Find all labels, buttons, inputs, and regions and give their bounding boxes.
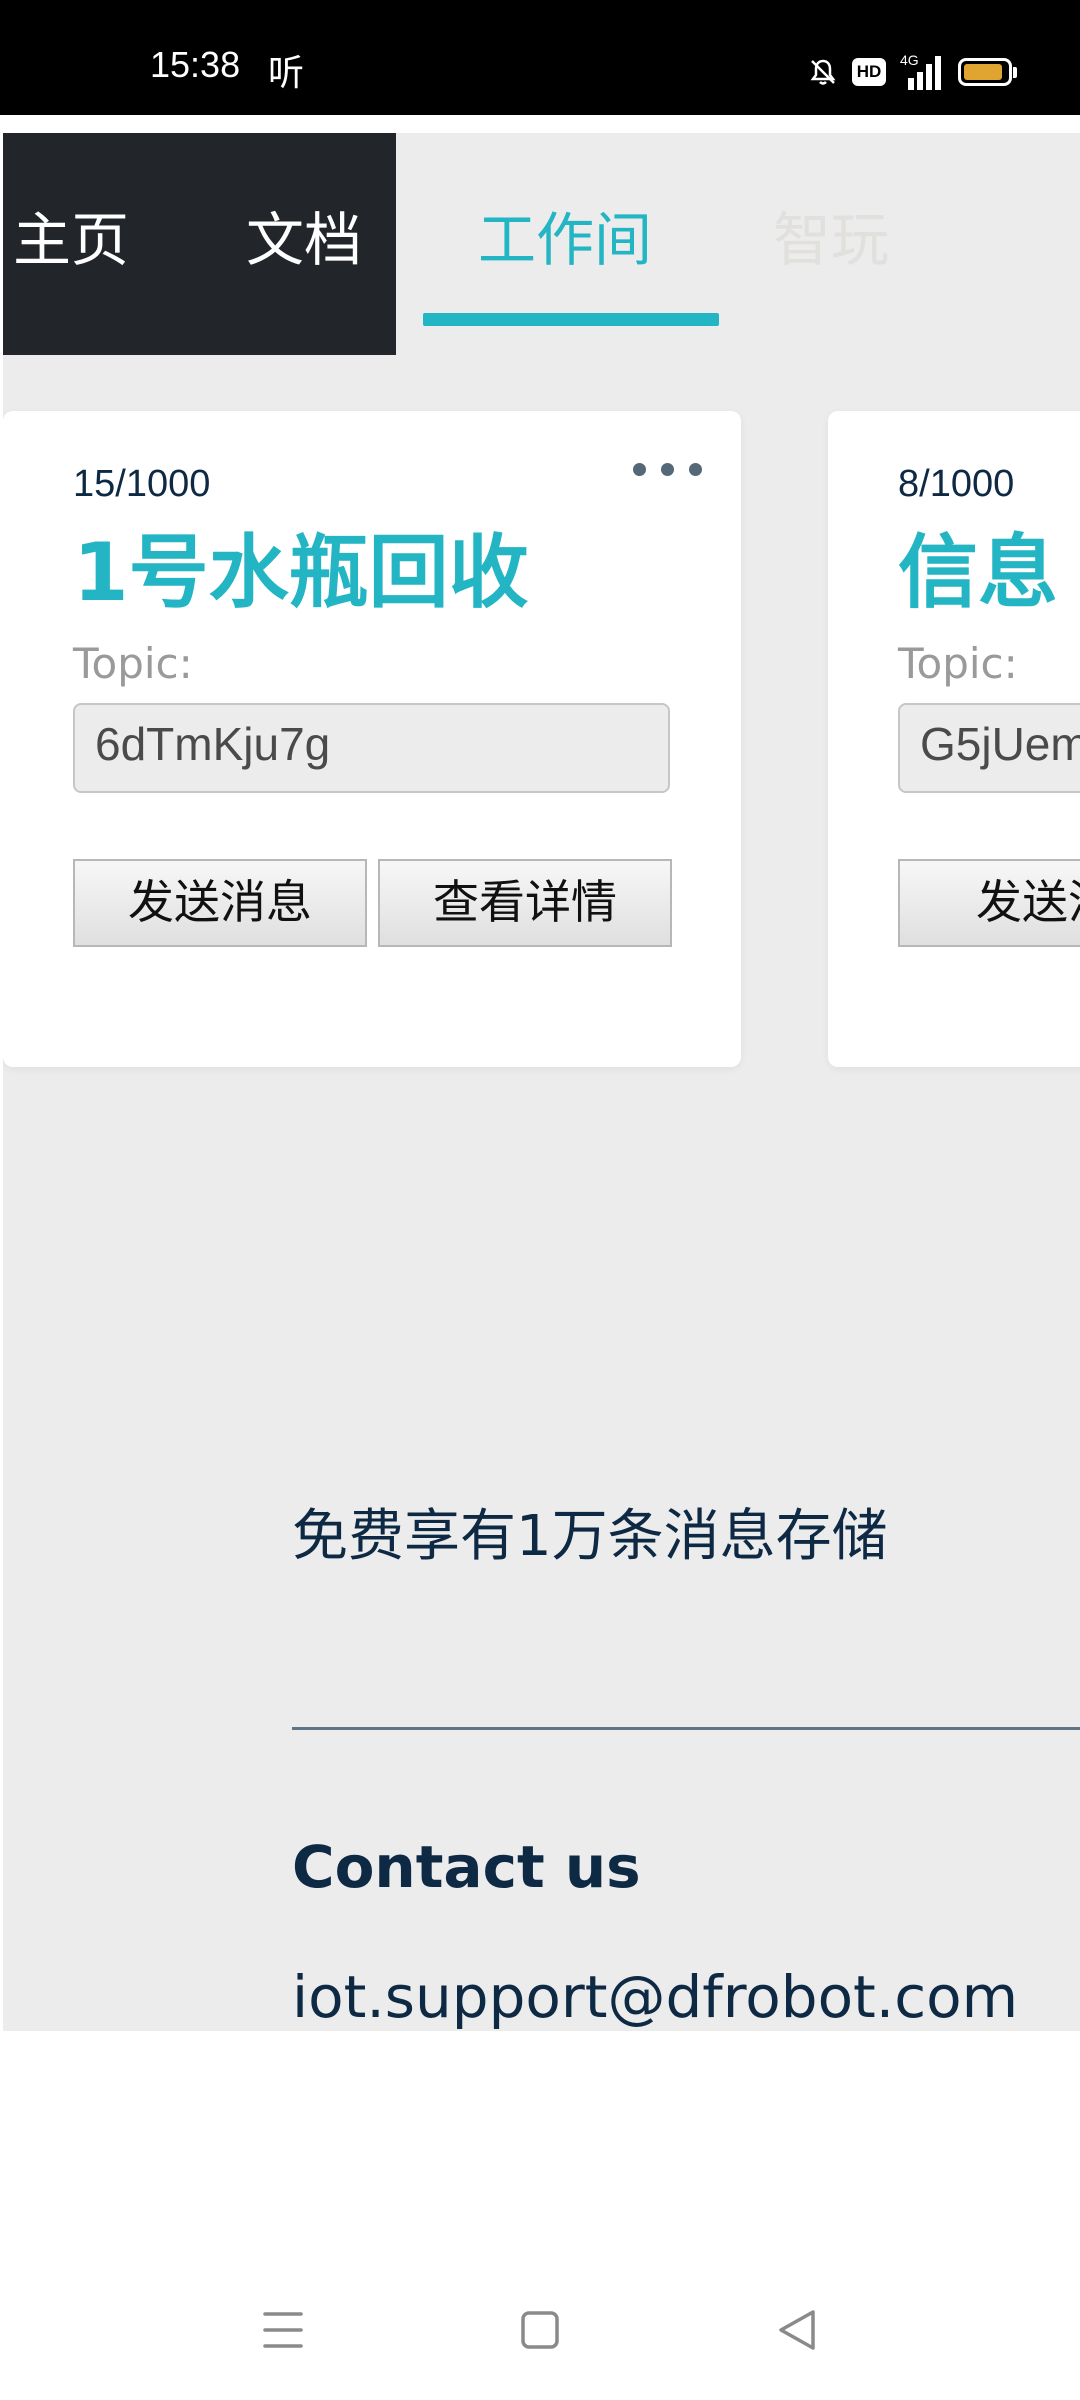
- mute-icon: [810, 59, 836, 85]
- back-icon[interactable]: [757, 2290, 837, 2370]
- signal-4g-icon: 4G: [900, 52, 944, 90]
- topic-field[interactable]: G5jUem: [898, 703, 1080, 793]
- status-time: 15:38: [150, 44, 241, 85]
- device-card: 8/1000 信息 Topic: G5jUem 发送消: [828, 411, 1080, 1067]
- battery-fill: [964, 64, 1002, 80]
- home-icon[interactable]: [500, 2290, 580, 2370]
- device-card: 15/1000 1号水瓶回收 Topic: 6dTmKju7g 发送消息 查看详…: [3, 411, 741, 1067]
- topic-field[interactable]: 6dTmKju7g: [73, 703, 670, 793]
- topic-label: Topic:: [898, 639, 1018, 688]
- tab-workspace[interactable]: 工作间: [478, 205, 652, 275]
- more-options-icon[interactable]: [633, 463, 702, 476]
- active-tab-indicator: [423, 313, 719, 326]
- screen: 15:38 听 HD 4G 主页 文档 工作间 智玩 15/1000 1号水瓶回…: [0, 0, 1080, 2400]
- hd-icon: HD: [852, 58, 886, 86]
- status-bar: 15:38 听 HD 4G: [0, 0, 1080, 115]
- status-app-indicator: 听: [268, 53, 305, 94]
- contact-email-link[interactable]: iot.support@dfrobot.com: [292, 1963, 1018, 2031]
- message-count: 8/1000: [898, 463, 1015, 505]
- message-count: 15/1000: [73, 463, 211, 505]
- tab-home[interactable]: 主页: [13, 205, 129, 275]
- status-icons: HD 4G: [808, 52, 1017, 92]
- device-title: 1号水瓶回收: [73, 526, 529, 619]
- promo-text: 免费享有1万条消息存储: [292, 1504, 888, 1569]
- send-message-button[interactable]: 发送消息: [73, 859, 367, 947]
- device-title: 信息: [898, 526, 1058, 619]
- send-message-button[interactable]: 发送消: [898, 859, 1080, 947]
- menu-icon[interactable]: [243, 2290, 323, 2370]
- system-nav-bar: [0, 2290, 1080, 2380]
- view-details-button[interactable]: 查看详情: [378, 859, 672, 947]
- tab-fun[interactable]: 智玩: [773, 205, 889, 275]
- web-content: 主页 文档 工作间 智玩 15/1000 1号水瓶回收 Topic: 6dTmK…: [3, 133, 1080, 2031]
- battery-tip: [1013, 67, 1017, 78]
- footer-divider: [292, 1727, 1080, 1730]
- contact-heading: Contact us: [292, 1833, 641, 1901]
- top-tab-bar: 主页 文档 工作间 智玩: [3, 133, 1080, 355]
- network-label: 4G: [900, 52, 919, 68]
- tab-docs[interactable]: 文档: [246, 205, 362, 275]
- battery-icon: [958, 58, 1017, 86]
- topic-label: Topic:: [73, 639, 193, 688]
